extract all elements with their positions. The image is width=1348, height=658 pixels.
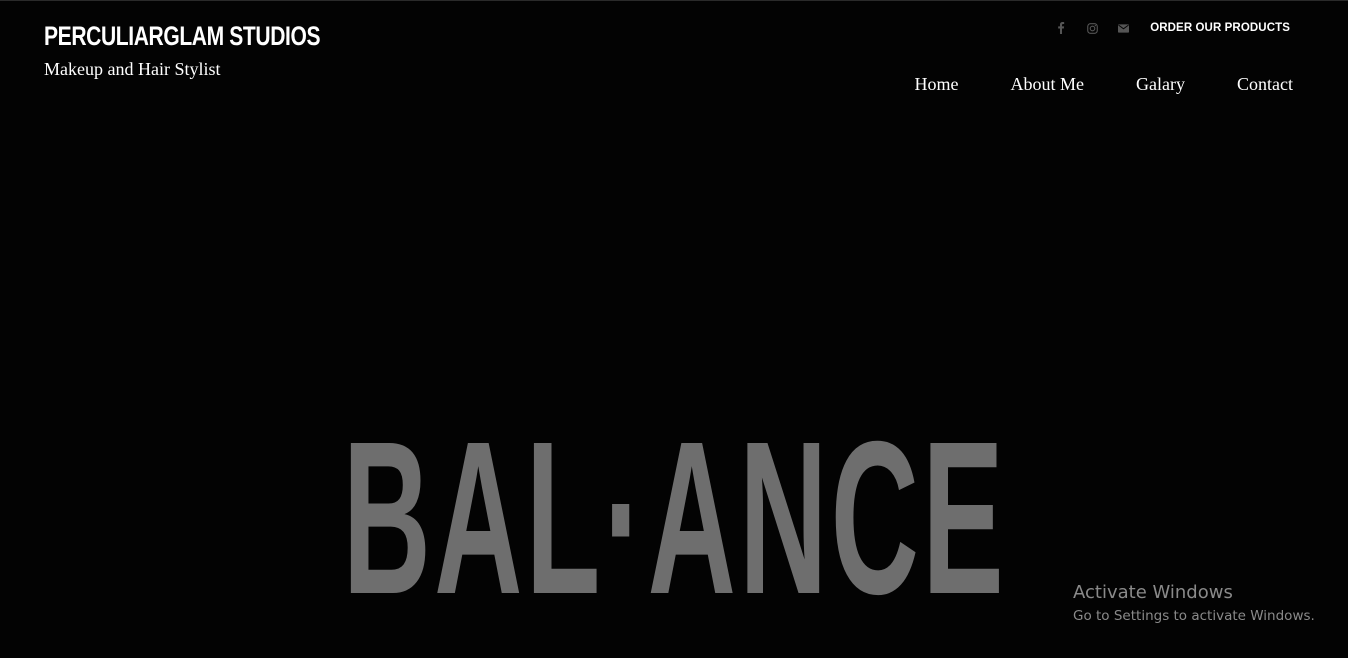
site-title[interactable]: PERCULIARGLAM STUDIOS: [44, 19, 321, 53]
site-tagline: Makeup and Hair Stylist: [44, 59, 221, 79]
nav-item-home[interactable]: Home: [915, 74, 959, 95]
facebook-icon[interactable]: [1053, 20, 1069, 36]
email-icon[interactable]: [1115, 20, 1131, 36]
main-nav: Home About Me Galary Contact: [915, 74, 1293, 95]
watermark-subtitle: Go to Settings to activate Windows.: [1073, 608, 1315, 624]
windows-activation-watermark: Activate Windows Go to Settings to activ…: [1073, 581, 1315, 626]
order-products-link[interactable]: ORDER OUR PRODUCTS: [1150, 22, 1290, 34]
nav-item-about-me[interactable]: About Me: [1011, 74, 1085, 95]
watermark-title: Activate Windows: [1073, 582, 1233, 603]
site-branding: PERCULIARGLAM STUDIOS Makeup and Hair St…: [44, 19, 398, 80]
nav-item-contact[interactable]: Contact: [1237, 74, 1293, 95]
page: PERCULIARGLAM STUDIOS Makeup and Hair St…: [0, 0, 1348, 658]
nav-item-galary[interactable]: Galary: [1136, 74, 1185, 95]
top-bar: ORDER OUR PRODUCTS: [1053, 20, 1290, 36]
instagram-icon[interactable]: [1084, 20, 1100, 36]
hero-heading: BAL·ANCE: [342, 397, 1008, 640]
